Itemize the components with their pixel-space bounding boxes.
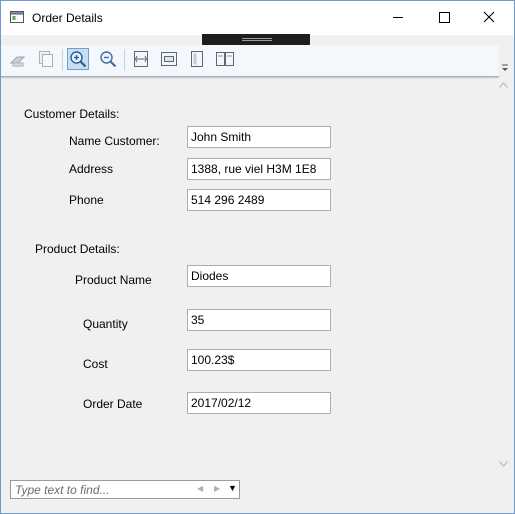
close-button[interactable] <box>467 1 513 33</box>
grip-line <box>242 40 272 41</box>
page-width-button[interactable] <box>130 48 152 70</box>
cost-label: Cost <box>83 357 108 371</box>
window-title: Order Details <box>32 11 103 25</box>
grip-line <box>242 38 272 39</box>
title-bar[interactable]: Order Details <box>1 1 514 35</box>
zoom-in-icon <box>70 51 87 68</box>
minimize-button[interactable] <box>375 1 421 33</box>
two-pages-button[interactable] <box>214 48 236 70</box>
zoom-out-button[interactable] <box>97 48 119 70</box>
copy-button[interactable] <box>35 48 57 70</box>
order-date-field[interactable]: 2017/02/12 <box>187 392 331 414</box>
two-pages-icon <box>216 52 234 66</box>
find-options-dropdown-icon[interactable]: ▼ <box>228 483 237 493</box>
fit-page-button[interactable] <box>158 48 180 70</box>
scroll-down-icon[interactable] <box>499 461 508 467</box>
page-width-icon <box>134 51 148 67</box>
close-icon <box>483 11 495 23</box>
product-name-field[interactable]: Diodes <box>187 265 331 287</box>
address-label: Address <box>69 162 114 176</box>
fit-page-icon <box>161 52 177 66</box>
minimize-icon <box>393 17 403 18</box>
toolbar-separator <box>124 49 125 71</box>
order-date-label: Order Date <box>83 397 143 411</box>
maximize-icon <box>439 12 450 23</box>
quantity-field[interactable]: 35 <box>187 309 331 331</box>
drag-grip-handle[interactable] <box>202 34 310 45</box>
find-text-placeholder: Type text to find... <box>15 483 110 497</box>
name-customer-label: Name Customer: <box>69 134 160 148</box>
print-button[interactable] <box>7 48 29 70</box>
maximize-button[interactable] <box>421 1 467 33</box>
name-customer-field[interactable]: John Smith <box>187 126 331 148</box>
copy-icon <box>39 51 53 67</box>
customer-details-heading: Customer Details: <box>24 107 120 121</box>
zoom-in-button[interactable] <box>67 48 89 70</box>
product-name-label: Product Name <box>75 273 152 287</box>
single-page-icon <box>191 51 203 67</box>
vertical-scrollbar[interactable] <box>495 78 512 480</box>
order-details-window: Order Details Customer Details: Name Cus… <box>0 0 515 514</box>
quantity-label: Quantity <box>83 317 128 331</box>
toolbar-overflow-icon[interactable] <box>500 63 510 73</box>
print-icon <box>9 56 26 67</box>
find-next-icon[interactable]: ▶ <box>214 484 220 493</box>
toolbar-shadow <box>1 76 499 79</box>
single-page-button[interactable] <box>186 48 208 70</box>
form-window-icon <box>10 11 24 23</box>
address-field[interactable]: 1388, rue viel H3M 1E8 <box>187 158 331 180</box>
find-previous-icon[interactable]: ◀ <box>197 484 203 493</box>
phone-field[interactable]: 514 296 2489 <box>187 189 331 211</box>
report-toolbar <box>1 45 499 77</box>
product-details-heading: Product Details: <box>35 242 120 256</box>
scroll-up-icon[interactable] <box>499 82 508 88</box>
zoom-out-icon <box>100 51 117 68</box>
phone-label: Phone <box>69 193 104 207</box>
cost-field[interactable]: 100.23$ <box>187 349 331 371</box>
find-text-box[interactable]: Type text to find... ◀ ▶ ▼ <box>10 480 240 499</box>
toolbar-separator <box>62 49 63 71</box>
